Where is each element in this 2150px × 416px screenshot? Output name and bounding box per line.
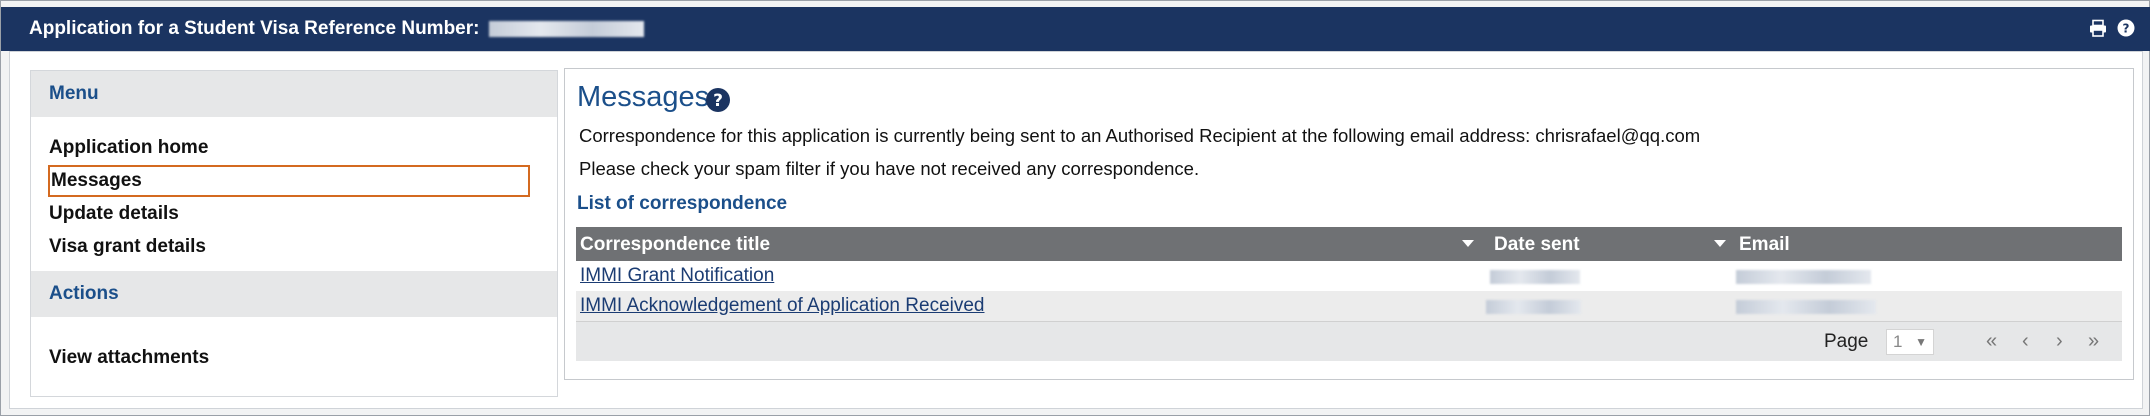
actions-heading: Actions	[49, 283, 119, 304]
sidebar: Menu Application home Messages Update de…	[30, 70, 558, 397]
redacted-email	[1736, 270, 1871, 284]
header-title-text: Application for a Student Visa Reference…	[29, 18, 480, 39]
authorised-recipient-text: Correspondence for this application is c…	[579, 125, 1701, 146]
table-row: IMMI Grant Notification	[576, 261, 2122, 291]
page-number-select[interactable]: 1 ▼	[1886, 329, 1934, 355]
table-header: Correspondence title Date sent Email	[576, 227, 2122, 261]
sidebar-item-messages[interactable]: Messages	[48, 165, 530, 197]
messages-panel: Messages ? Correspondence for this appli…	[564, 68, 2134, 380]
redacted-date-sent	[1486, 300, 1581, 314]
print-icon[interactable]	[2089, 19, 2107, 37]
page-label: Page	[1824, 331, 1869, 352]
chevron-down-icon: ▼	[1915, 335, 1927, 349]
svg-text:?: ?	[713, 91, 723, 111]
next-page-button[interactable]: ›	[2056, 330, 2063, 353]
redacted-email	[1736, 300, 1876, 314]
correspondence-link-grant-notification[interactable]: IMMI Grant Notification	[580, 265, 774, 287]
first-page-button[interactable]: «	[1986, 330, 1997, 353]
spam-filter-text: Please check your spam filter if you hav…	[579, 158, 1200, 179]
sidebar-item-view-attachments[interactable]: View attachments	[49, 347, 209, 369]
question-circle-icon[interactable]: ?	[705, 87, 731, 113]
last-page-button[interactable]: »	[2088, 330, 2099, 353]
column-header-date-sent[interactable]: Date sent	[1494, 234, 1580, 256]
title-bar: Application for a Student Visa Reference…	[1, 7, 2150, 51]
menu-heading: Menu	[49, 83, 99, 104]
table-row: IMMI Acknowledgement of Application Rece…	[576, 291, 2122, 321]
redacted-reference-number	[488, 20, 644, 37]
page-title: Messages	[577, 81, 710, 113]
header-icon-group: ?	[2089, 19, 2135, 37]
list-heading: List of correspondence	[577, 193, 788, 214]
column-header-title[interactable]: Correspondence title	[580, 234, 770, 256]
sidebar-item-visa-grant-details[interactable]: Visa grant details	[49, 236, 206, 258]
sidebar-item-update-details[interactable]: Update details	[49, 203, 179, 225]
application-window: Application for a Student Visa Reference…	[0, 0, 2150, 416]
correspondence-link-acknowledgement[interactable]: IMMI Acknowledgement of Application Rece…	[580, 295, 985, 317]
sort-date-icon[interactable]	[1714, 240, 1726, 247]
sort-title-icon[interactable]	[1462, 240, 1474, 247]
sidebar-item-application-home[interactable]: Application home	[49, 137, 208, 159]
content-area: Menu Application home Messages Update de…	[9, 51, 2143, 409]
svg-text:?: ?	[2123, 22, 2130, 36]
menu-heading-bar: Menu	[31, 71, 557, 117]
column-header-email[interactable]: Email	[1739, 234, 1790, 256]
help-icon[interactable]: ?	[2117, 19, 2135, 37]
redacted-date-sent	[1490, 270, 1580, 284]
previous-page-button[interactable]: ‹	[2022, 330, 2029, 353]
actions-heading-bar: Actions	[31, 271, 557, 317]
pagination-bar: Page 1 ▼ « ‹ › »	[576, 321, 2122, 361]
current-page-value: 1	[1893, 332, 1903, 351]
correspondence-table: Correspondence title Date sent Email IMM…	[576, 227, 2122, 361]
page-header-title: Application for a Student Visa Reference…	[29, 18, 644, 40]
